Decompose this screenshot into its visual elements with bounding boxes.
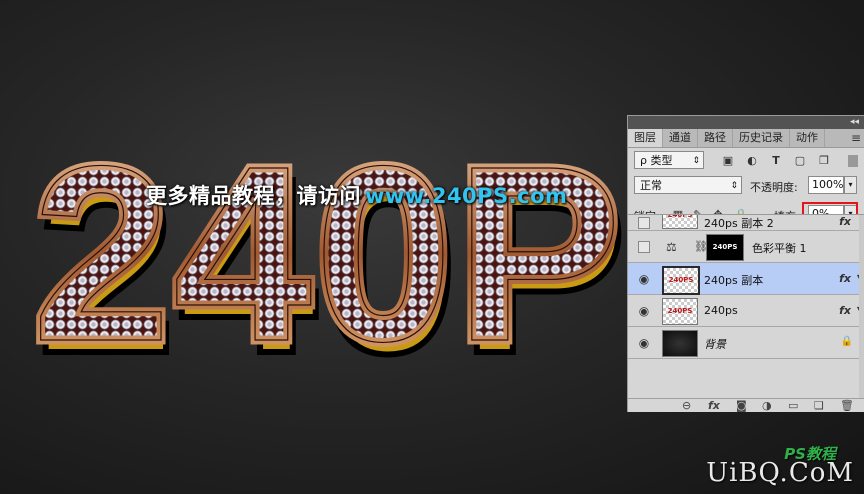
tab-channels[interactable]: 通道	[663, 129, 698, 147]
layer-name[interactable]: 240ps	[704, 304, 738, 317]
layer-name[interactable]: 背景	[704, 336, 726, 352]
smart-filter-icon[interactable]: ❐	[818, 155, 830, 167]
blend-row: 正常 ⇕ 不透明度: 100% ▾	[628, 174, 864, 196]
blend-mode-select[interactable]: 正常 ⇕	[634, 176, 742, 194]
layer-thumbnail: 240PS	[662, 215, 698, 229]
filter-kind-label: ρ 类型	[640, 154, 673, 167]
chevron-updown-icon: ⇕	[692, 156, 700, 166]
image-filter-icon[interactable]: ▣	[722, 155, 734, 167]
panel-tabs: 图层 通道 路径 历史记录 动作 ≡	[628, 129, 864, 148]
filter-row: ρ 类型 ⇕ ▣ ◐ T ▢ ❐	[628, 149, 864, 171]
fx-icon[interactable]: fx	[839, 304, 851, 317]
layer-row-copy2[interactable]: 240PS 240ps 副本 2 fx	[628, 215, 864, 231]
layer-row-240ps[interactable]: ◉ 240PS 240ps fx ▼	[628, 295, 864, 327]
collapse-icon[interactable]: ◂◂	[850, 116, 859, 129]
banner-text: 更多精品教程，请访问 www.240PS.com	[146, 180, 567, 210]
panel-bottom-toolbar: ⊖ fx ◙ ◑ ▭ ❏ 🗑	[628, 398, 864, 412]
tab-layers[interactable]: 图层	[628, 129, 663, 147]
layers-list: 240PS 240ps 副本 2 fx ⚖ ⛓ 240PS 色彩平衡 1 ◉ 2…	[628, 214, 864, 399]
big-text-outline: 240P	[32, 114, 624, 393]
layer-row-color-balance[interactable]: ⚖ ⛓ 240PS 色彩平衡 1	[628, 231, 864, 263]
mask-icon[interactable]: ◙	[736, 399, 747, 412]
chevron-updown-icon: ⇕	[730, 181, 738, 191]
trash-icon[interactable]: 🗑	[840, 399, 854, 412]
layers-scrollbar[interactable]	[859, 215, 864, 398]
watermark-text: UiBQ.CoM	[706, 458, 854, 488]
layer-thumbnail: 240PS	[662, 266, 700, 295]
eye-icon[interactable]: ◉	[638, 273, 650, 285]
tab-paths[interactable]: 路径	[698, 129, 733, 147]
lock-icon: 🔒	[840, 336, 853, 347]
type-filter-icon[interactable]: T	[770, 155, 782, 167]
opacity-field[interactable]: 100%	[808, 176, 844, 194]
fx-icon[interactable]: fx	[839, 272, 851, 285]
layer-name[interactable]: 240ps 副本	[704, 272, 763, 288]
banner-url: www.240PS.com	[365, 184, 568, 208]
blend-mode-value: 正常	[640, 179, 662, 192]
shape-filter-icon[interactable]: ▢	[794, 155, 806, 167]
banner-chinese: 更多精品教程，请访问	[146, 184, 361, 208]
adjust-filter-icon[interactable]: ◐	[746, 155, 758, 167]
layers-panel: ◂◂ 图层 通道 路径 历史记录 动作 ≡ ρ 类型 ⇕ ▣ ◐ T ▢ ❐ 正…	[627, 115, 864, 412]
link-icon[interactable]: ⊖	[682, 399, 691, 412]
filter-toggle-icon[interactable]	[848, 155, 858, 167]
visibility-toggle[interactable]	[638, 241, 650, 253]
layer-name[interactable]: 色彩平衡 1	[752, 240, 807, 256]
layer-row-copy[interactable]: ◉ 240PS 240ps 副本 fx ▼	[628, 263, 864, 295]
layer-thumbnail: 240PS	[662, 298, 698, 325]
filter-kind-select[interactable]: ρ 类型 ⇕	[634, 151, 704, 169]
panel-menu-icon[interactable]: ≡	[851, 129, 861, 147]
eye-icon[interactable]: ◉	[638, 337, 650, 349]
adjustment-icon[interactable]: ◑	[762, 399, 772, 412]
layer-name[interactable]: 240ps 副本 2	[704, 215, 774, 231]
eye-icon[interactable]: ◉	[638, 305, 650, 317]
fx-icon[interactable]: fx	[839, 215, 851, 228]
opacity-dropdown-icon[interactable]: ▾	[844, 176, 857, 194]
visibility-toggle[interactable]	[638, 217, 650, 229]
group-icon[interactable]: ▭	[788, 399, 798, 412]
opacity-label: 不透明度:	[750, 181, 798, 194]
panel-title-bar[interactable]: ◂◂	[628, 116, 864, 129]
fx-icon[interactable]: fx	[708, 399, 720, 412]
layer-thumbnail	[662, 330, 698, 357]
tab-history[interactable]: 历史记录	[733, 129, 790, 147]
tab-actions[interactable]: 动作	[790, 129, 825, 147]
balance-adjustment-icon: ⚖	[666, 240, 677, 254]
new-layer-icon[interactable]: ❏	[814, 399, 824, 412]
layer-row-background[interactable]: ◉ 背景 🔒	[628, 327, 864, 359]
layer-mask-thumbnail[interactable]: 240PS	[706, 234, 744, 261]
